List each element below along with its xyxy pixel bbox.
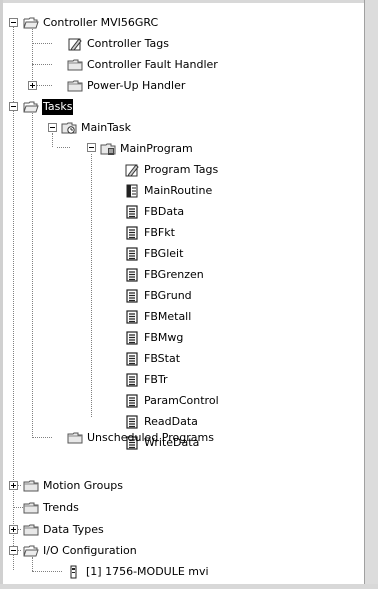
node-label: Power-Up Handler [87, 79, 186, 92]
collapse-controller-button[interactable] [9, 18, 18, 27]
tags-icon [67, 37, 83, 51]
main-routine-icon [124, 184, 140, 198]
vertical-scrollbar[interactable] [364, 0, 378, 589]
node-label: FBData [144, 205, 185, 218]
folder-icon [67, 79, 83, 93]
expand-powerup-button[interactable] [28, 81, 37, 90]
node-label: FBGrenzen [144, 268, 204, 281]
node-label: FBStat [144, 352, 181, 365]
expand-motion-groups-button[interactable] [9, 481, 18, 490]
routine-icon [124, 268, 140, 282]
routine-icon [124, 205, 140, 219]
node-label: ParamControl [144, 394, 219, 407]
node-label: FBFkt [144, 226, 175, 239]
node-label: I/O Configuration [43, 544, 137, 557]
node-label: MainProgram [120, 142, 193, 155]
routine-icon [124, 373, 140, 387]
collapse-mainprogram-button[interactable] [87, 143, 96, 152]
node-label: MainTask [81, 121, 131, 134]
tree-line [32, 571, 62, 572]
node-label: FBGrund [144, 289, 192, 302]
folder-icon [67, 431, 83, 445]
folder-icon [23, 479, 39, 493]
node-label: Controller Tags [87, 37, 169, 50]
routine-icon [124, 247, 140, 261]
node-label: [1] 1756-MODULE mvi [86, 565, 209, 578]
tree-line [32, 557, 33, 571]
node-label: Motion Groups [43, 479, 124, 492]
folder-icon [67, 58, 83, 72]
tags-icon [124, 163, 140, 177]
tree-line [37, 85, 52, 86]
routine-icon [124, 352, 140, 366]
node-label: ReadData [144, 415, 198, 428]
expand-data-types-button[interactable] [9, 525, 18, 534]
tree-line [57, 147, 70, 148]
tree-line [32, 107, 33, 438]
node-label: FBGleit [144, 247, 184, 260]
collapse-maintask-button[interactable] [48, 123, 57, 132]
tree-line [52, 133, 53, 147]
tree-line [32, 64, 52, 65]
node-label: MainRoutine [144, 184, 213, 197]
controller-organizer-tree: Controller MVI56GRC Controller Tags Contro… [0, 0, 364, 584]
panel-bottom-border [0, 584, 378, 589]
tree-line [91, 154, 92, 417]
node-label: Controller Fault Handler [87, 58, 218, 71]
folder-open-icon [23, 100, 39, 114]
node-label: FBMetall [144, 310, 192, 323]
routine-icon [124, 226, 140, 240]
project-tree-panel: Controller MVI56GRC Controller Tags Contro… [0, 0, 378, 589]
tree-line [32, 43, 52, 44]
folder-open-icon [23, 544, 39, 558]
node-label: Data Types [43, 523, 104, 536]
routine-icon [124, 415, 140, 429]
node-label: Unscheduled Programs [87, 431, 214, 444]
program-icon [100, 142, 116, 156]
node-label: Program Tags [144, 163, 219, 176]
task-icon [61, 121, 77, 135]
node-label: FBTr [144, 373, 168, 386]
node-label: Controller MVI56GRC [43, 16, 159, 29]
folder-icon [23, 501, 39, 515]
folder-open-icon [23, 16, 39, 30]
routine-icon [124, 331, 140, 345]
routine-icon [124, 310, 140, 324]
node-label: Tasks [42, 99, 74, 115]
tree-line [32, 22, 33, 86]
collapse-tasks-button[interactable] [9, 102, 18, 111]
node-label: FBMwg [144, 331, 184, 344]
collapse-io-config-button[interactable] [9, 546, 18, 555]
tree-line [32, 437, 52, 438]
routine-icon [124, 394, 140, 408]
node-label: Trends [43, 501, 79, 514]
module-icon [66, 565, 82, 579]
folder-icon [23, 523, 39, 537]
routine-icon [124, 289, 140, 303]
